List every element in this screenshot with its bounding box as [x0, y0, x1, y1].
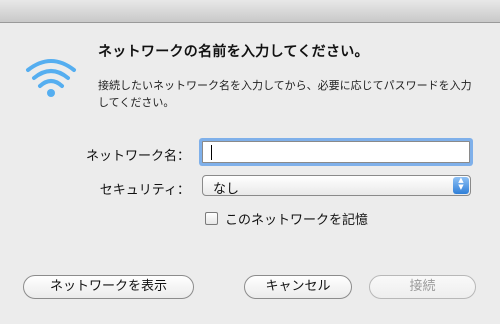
dialog-description: 接続したいネットワーク名を入力してから、必要に応じてパスワードを入力してください…: [98, 79, 472, 109]
security-label: セキュリティ：: [99, 183, 190, 198]
cancel-button[interactable]: キャンセル: [244, 275, 352, 299]
remember-network-checkbox[interactable]: [205, 212, 218, 225]
join-button[interactable]: 接続: [369, 275, 476, 299]
security-select[interactable]: なし ▲ ▼: [202, 175, 471, 197]
text-caret: [211, 145, 212, 160]
security-selected-value: なし: [213, 182, 240, 197]
wifi-icon: [26, 59, 76, 97]
window-titlebar: [0, 0, 500, 23]
show-networks-button[interactable]: ネットワークを表示: [23, 275, 194, 299]
network-name-input[interactable]: [202, 141, 470, 163]
dialog-headline: ネットワークの名前を入力してください。: [98, 44, 369, 60]
up-down-arrows-icon: ▲ ▼: [453, 177, 469, 194]
remember-network-label[interactable]: このネットワークを記憶: [225, 209, 368, 228]
network-name-label: ネットワーク名：: [85, 149, 190, 164]
